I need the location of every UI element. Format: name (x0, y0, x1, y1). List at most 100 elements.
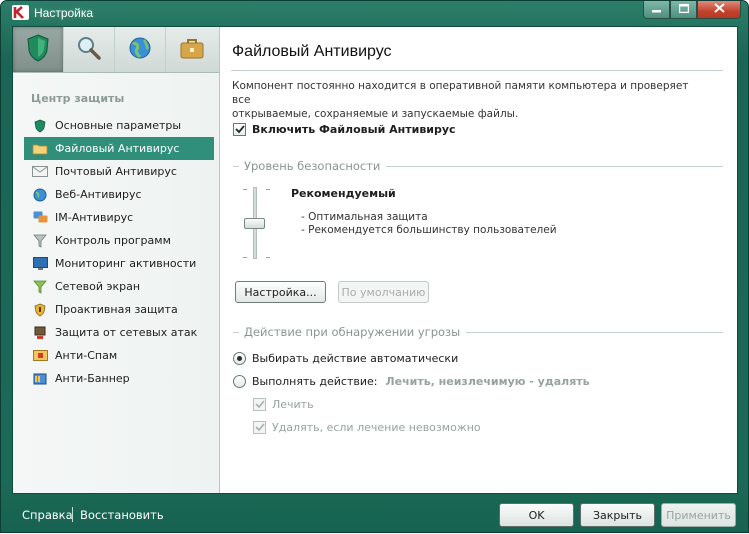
sidebar-item-web-antivirus[interactable]: Веб-Антивирус (24, 183, 214, 206)
description-line: открываемые, сохраняемые и запускаемые ф… (232, 108, 519, 120)
tab-protection[interactable] (13, 27, 64, 72)
checkbox-checked-disabled[interactable] (253, 398, 266, 411)
ok-button[interactable]: OK (499, 503, 574, 527)
sidebar-item-app-control[interactable]: Контроль программ (24, 229, 214, 252)
sidebar-item-general[interactable]: Основные параметры (24, 114, 214, 137)
security-level-name: Рекомендуемый (291, 187, 396, 200)
maximize-button[interactable] (670, 1, 697, 19)
manual-action-radio[interactable]: Выполнять действие: Лечить, неизлечимую … (233, 375, 590, 388)
restore-link[interactable]: Восстановить (80, 508, 164, 522)
slider-tick (266, 257, 270, 258)
sidebar-item-proactive-defense[interactable]: Проактивная защита (24, 298, 214, 321)
checkbox-checked-disabled[interactable] (253, 421, 266, 434)
footer-separator (72, 507, 73, 522)
security-level-detail: - Оптимальная защита (301, 211, 428, 223)
enable-file-antivirus-checkbox[interactable]: Включить Файловый Антивирус (233, 123, 456, 136)
slider-tick (243, 189, 247, 190)
globe-update-icon (127, 35, 153, 64)
sidebar-item-label: Почтовый Антивирус (55, 165, 177, 178)
sidebar-item-label: Сетевой экран (55, 280, 141, 293)
manual-action-label: Выполнять действие: (252, 375, 378, 388)
globe-icon (32, 188, 48, 202)
delete-if-fail-checkbox[interactable]: Удалять, если лечение невозможно (253, 421, 481, 434)
radio-dot (237, 356, 242, 361)
sidebar-item-label: IM-Антивирус (55, 211, 134, 224)
sidebar-item-mail-antivirus[interactable]: Почтовый Антивирус (24, 160, 214, 183)
tab-scan[interactable] (64, 27, 115, 72)
manual-action-value: Лечить, неизлечимую - удалять (385, 375, 590, 388)
sidebar-item-label: Основные параметры (55, 119, 182, 132)
sidebar-item-file-antivirus[interactable]: Файловый Антивирус (24, 137, 214, 160)
sidebar-item-firewall[interactable]: Сетевой экран (24, 275, 214, 298)
default-button[interactable]: По умолчанию (338, 281, 429, 303)
antispam-icon (32, 349, 48, 363)
folder-icon (32, 142, 48, 156)
security-level-detail: - Рекомендуется большинству пользователе… (301, 224, 557, 236)
settings-button[interactable]: Настройка... (235, 281, 326, 303)
sidebar-item-label: Анти-Спам (55, 349, 118, 362)
enable-label: Включить Файловый Антивирус (252, 123, 456, 136)
slider-tick (266, 189, 270, 190)
sidebar-item-network-attack-blocker[interactable]: Защита от сетевых атак (24, 321, 214, 344)
delete-label: Удалять, если лечение невозможно (272, 421, 481, 434)
group-dash (233, 331, 239, 333)
title-divider (231, 70, 723, 71)
radio-selected[interactable] (233, 352, 246, 365)
checkbox-checked[interactable] (233, 123, 246, 136)
minimize-icon (651, 3, 662, 16)
group-title: Уровень безопасности (244, 159, 381, 173)
minimize-button[interactable] (643, 1, 670, 19)
briefcase-icon (179, 36, 205, 63)
sidebar-item-label: Мониторинг активности (55, 257, 197, 270)
sidebar-item-label: Проактивная защита (55, 303, 178, 316)
firewall-icon (32, 280, 48, 294)
disinfect-label: Лечить (272, 398, 314, 411)
sidebar-item-im-antivirus[interactable]: IM-Антивирус (24, 206, 214, 229)
chat-icon (32, 211, 48, 225)
help-link[interactable]: Справка (22, 508, 73, 522)
settings-panel: Файловый Антивирус Компонент постоянно н… (221, 27, 737, 493)
monitor-icon (32, 256, 48, 271)
navigation-pane: Центр защиты Основные параметры Файловый… (13, 27, 220, 493)
sidebar-item-anti-banner[interactable]: Анти-Баннер (24, 367, 214, 390)
proactive-shield-icon (32, 303, 48, 317)
group-rule (386, 165, 723, 167)
auto-action-radio[interactable]: Выбирать действие автоматически (233, 352, 458, 365)
window-controls (643, 1, 741, 19)
sidebar-item-label: Анти-Баннер (55, 372, 130, 385)
window-title: Настройка (34, 6, 94, 20)
sidebar-item-activity-monitor[interactable]: Мониторинг активности (24, 252, 214, 275)
apply-button[interactable]: Применить (661, 503, 736, 527)
security-level-slider[interactable] (239, 187, 279, 262)
slider-tick (243, 257, 247, 258)
tab-update[interactable] (115, 27, 166, 72)
magnifier-icon (76, 35, 102, 64)
kaspersky-logo-icon (12, 5, 29, 20)
security-level-group-header: Уровень безопасности (233, 159, 723, 173)
sidebar-item-label: Защита от сетевых атак (55, 326, 198, 339)
tab-tools[interactable] (166, 27, 217, 72)
settings-client-area: Центр защиты Основные параметры Файловый… (12, 26, 738, 494)
footer-bar: Справка Восстановить OK Закрыть Применит… (1, 494, 748, 534)
radio-unselected[interactable] (233, 375, 246, 388)
section-title: Центр защиты (31, 92, 125, 105)
sidebar-item-label: Файловый Антивирус (55, 142, 180, 155)
maximize-icon (678, 3, 689, 16)
sidebar-item-label: Веб-Антивирус (55, 188, 142, 201)
component-description: Компонент постоянно находится в оператив… (232, 79, 702, 121)
group-dash (233, 165, 239, 167)
shield-icon (32, 119, 48, 133)
close-button[interactable] (697, 1, 741, 19)
network-attack-icon (32, 326, 48, 340)
shield-icon (25, 33, 51, 66)
close-dialog-button[interactable]: Закрыть (580, 503, 655, 527)
description-line: Компонент постоянно находится в оператив… (232, 80, 689, 106)
envelope-icon (32, 165, 48, 179)
sidebar-item-label: Контроль программ (55, 234, 171, 247)
slider-thumb[interactable] (244, 218, 265, 229)
sidebar-item-anti-spam[interactable]: Анти-Спам (24, 344, 214, 367)
antibanner-icon (32, 372, 48, 386)
disinfect-checkbox[interactable]: Лечить (253, 398, 314, 411)
title-bar[interactable]: Настройка (1, 1, 748, 25)
group-rule (466, 331, 723, 333)
